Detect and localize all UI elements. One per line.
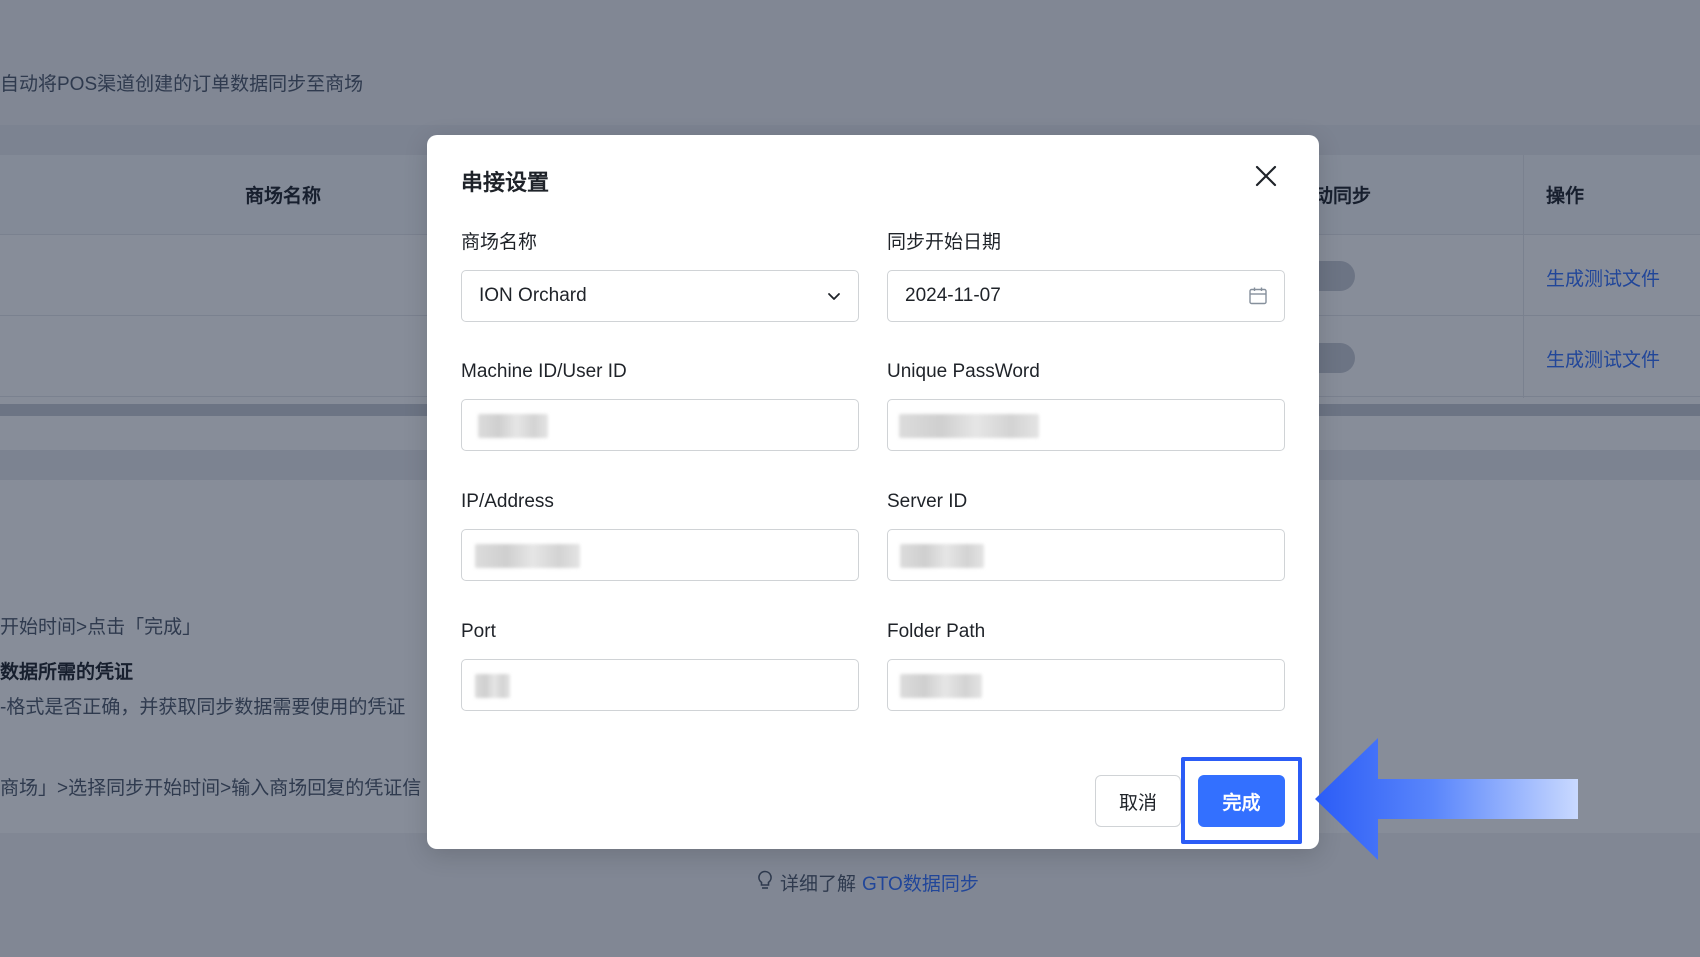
ip-address-input[interactable] (461, 529, 859, 581)
folder-path-input[interactable] (887, 659, 1285, 711)
redacted-value (475, 674, 510, 698)
port-input[interactable] (461, 659, 859, 711)
close-button[interactable] (1251, 163, 1281, 193)
field-label: IP/Address (461, 491, 554, 512)
dialog-title: 串接设置 (461, 170, 550, 195)
sync-start-date-field: 同步开始日期 2024-11-07 (887, 230, 1285, 322)
redacted-value (900, 544, 984, 568)
redacted-value (478, 414, 548, 438)
port-field: Port (461, 619, 859, 711)
unique-password-input[interactable] (887, 399, 1285, 451)
close-icon (1255, 165, 1277, 192)
field-label: Folder Path (887, 621, 986, 642)
cancel-button[interactable]: 取消 (1095, 775, 1181, 827)
folder-path-field: Folder Path (887, 619, 1285, 711)
field-label: Server ID (887, 491, 968, 512)
date-picker-input[interactable]: 2024-11-07 (887, 270, 1285, 322)
field-label: Unique PassWord (887, 361, 1040, 382)
redacted-value (900, 674, 982, 698)
mall-name-select[interactable]: ION Orchard (461, 270, 859, 322)
calendar-icon (1248, 286, 1268, 306)
field-label: 商场名称 (461, 232, 538, 253)
integration-settings-dialog: 串接设置 商场名称 ION Orchard 同步开始日期 2024-11-07 … (427, 135, 1319, 849)
redacted-value (899, 414, 1039, 438)
field-label: Port (461, 621, 496, 642)
machine-id-input[interactable] (461, 399, 859, 451)
ip-address-field: IP/Address (461, 489, 859, 581)
machine-id-field: Machine ID/User ID (461, 359, 859, 451)
field-label: Machine ID/User ID (461, 361, 627, 382)
server-id-input[interactable] (887, 529, 1285, 581)
mall-name-field: 商场名称 ION Orchard (461, 230, 859, 322)
chevron-down-icon (826, 288, 842, 304)
redacted-value (475, 544, 580, 568)
highlight-box (1181, 757, 1302, 844)
field-label: 同步开始日期 (887, 232, 1002, 253)
unique-password-field: Unique PassWord (887, 359, 1285, 451)
pointer-arrow-icon (1315, 738, 1578, 860)
server-id-field: Server ID (887, 489, 1285, 581)
date-value: 2024-11-07 (905, 285, 1001, 306)
select-value: ION Orchard (479, 285, 587, 306)
